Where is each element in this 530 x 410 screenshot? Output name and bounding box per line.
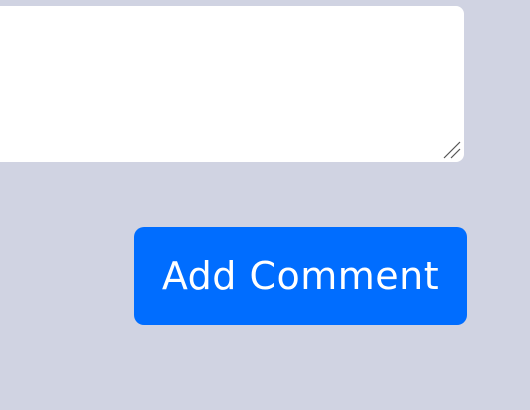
add-comment-button[interactable]: Add Comment xyxy=(134,227,467,325)
comment-textarea[interactable] xyxy=(0,6,464,162)
resize-handle-icon[interactable] xyxy=(442,140,462,160)
